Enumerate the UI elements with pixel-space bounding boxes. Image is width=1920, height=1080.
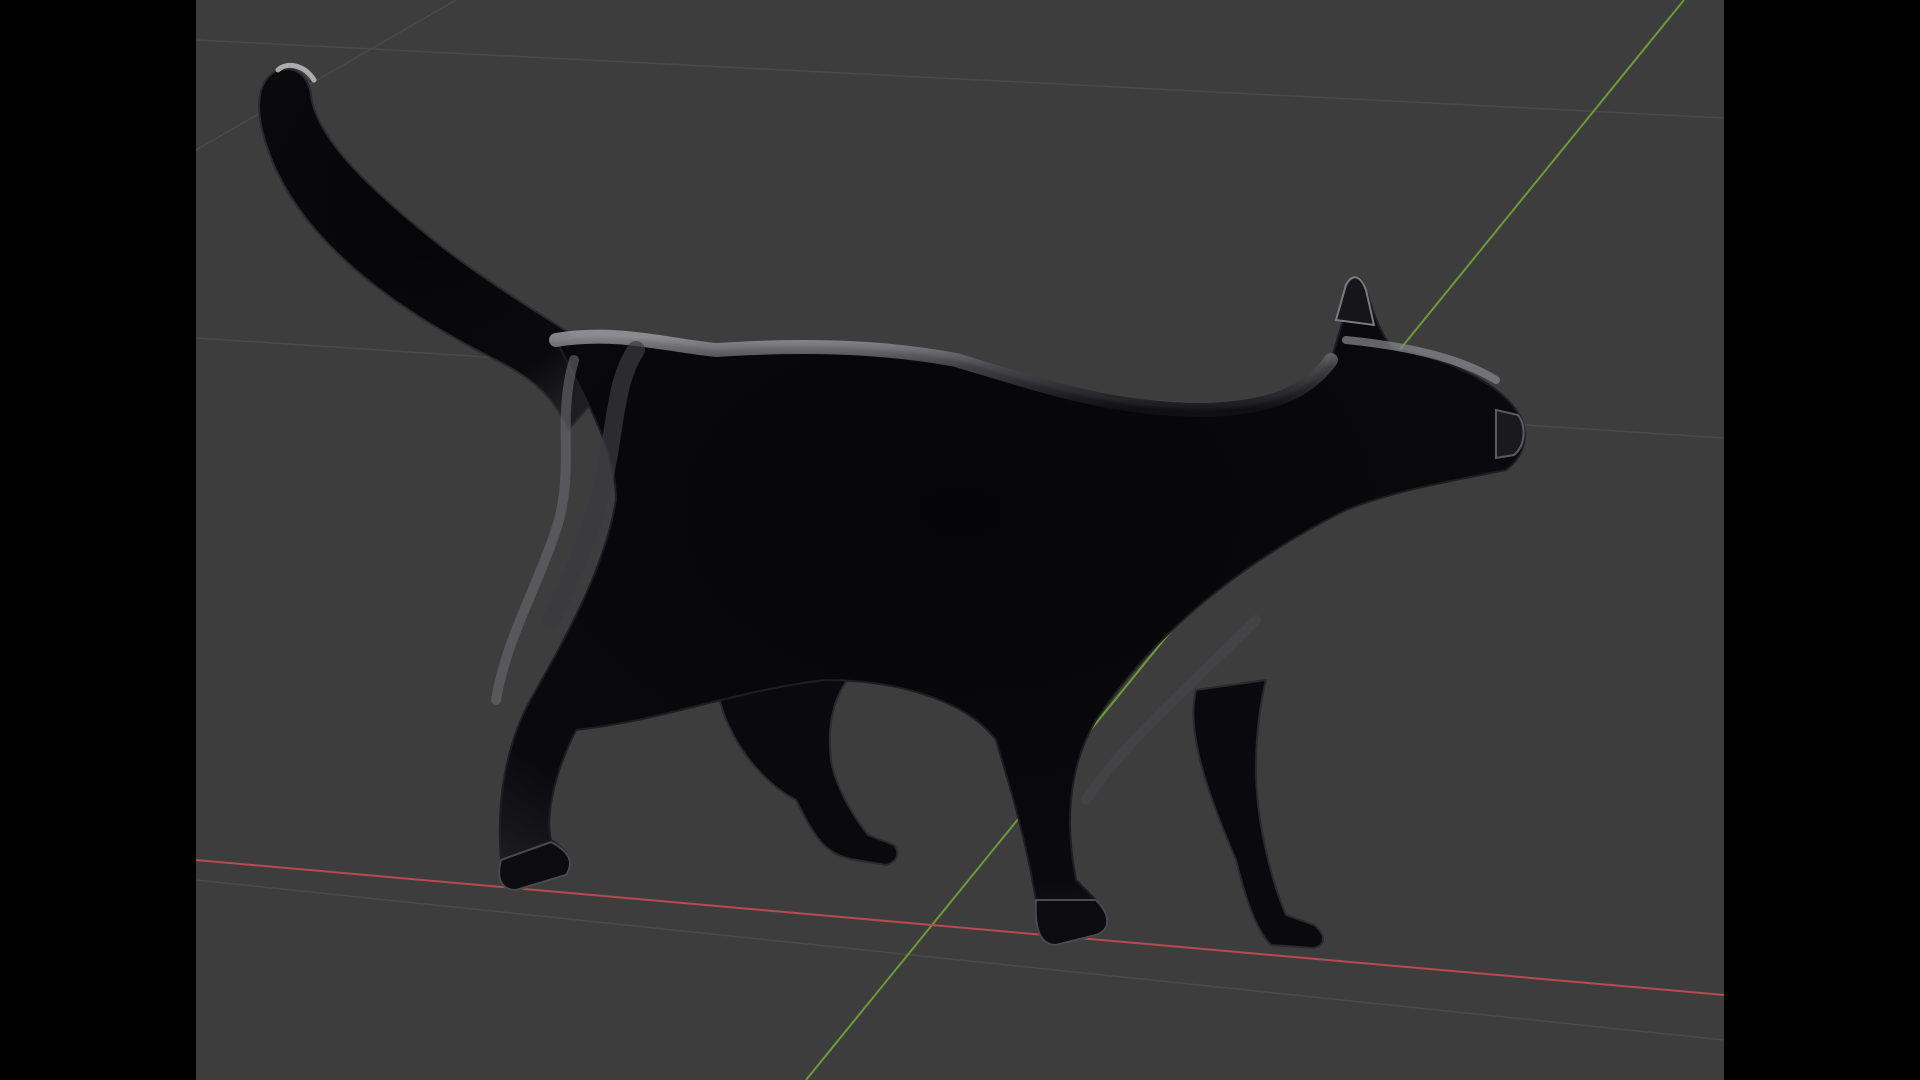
letterbox-left — [0, 0, 196, 1080]
grid-line — [196, 39, 1724, 119]
cat-near-front-paw — [1034, 899, 1109, 947]
x-axis-line — [196, 859, 1724, 996]
grid-line — [196, 879, 1724, 1041]
viewport-canvas[interactable] — [196, 0, 1724, 1080]
cat-model[interactable] — [258, 62, 1526, 950]
3d-viewport[interactable] — [196, 0, 1724, 1080]
cat-ear — [1334, 276, 1376, 327]
cat-far-front-leg — [1192, 678, 1324, 950]
letterbox-right — [1724, 0, 1920, 1080]
viewer-stage — [0, 0, 1920, 1080]
grid-line — [196, 0, 457, 151]
